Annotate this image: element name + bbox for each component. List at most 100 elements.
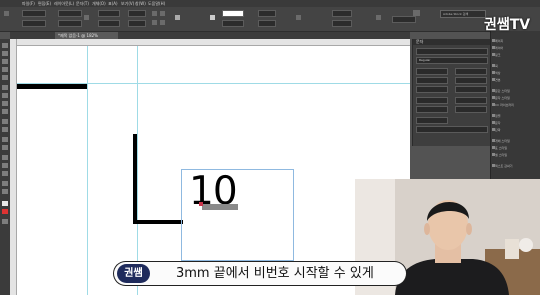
- vertical-ruler[interactable]: [10, 39, 17, 295]
- w-field[interactable]: [58, 10, 82, 17]
- flip-vertical-icon[interactable]: [160, 20, 165, 25]
- free-transform-tool-icon[interactable]: [2, 145, 8, 150]
- content-collector-icon[interactable]: [2, 75, 8, 80]
- dock-item-links[interactable]: 링크: [495, 53, 501, 57]
- leading-field[interactable]: [455, 68, 487, 75]
- stock-search-input[interactable]: Adobe Stock 검색: [440, 10, 486, 18]
- constrain-proportions-icon[interactable]: [84, 15, 89, 20]
- fill-swatch-icon[interactable]: [175, 15, 180, 20]
- flip-horizontal-icon[interactable]: [152, 20, 157, 25]
- vertical-scale-field[interactable]: [416, 86, 448, 93]
- hand-tool-icon[interactable]: [2, 181, 8, 186]
- language-dropdown[interactable]: [416, 126, 488, 133]
- brand-logo: 권쌤TV: [484, 17, 531, 33]
- corner-radius-field[interactable]: [258, 20, 276, 27]
- tsume-field[interactable]: [416, 106, 448, 113]
- skew-field[interactable]: [455, 97, 487, 104]
- opacity-field[interactable]: [258, 10, 276, 17]
- frame-fitting-field[interactable]: [332, 10, 352, 17]
- stroke-type-select[interactable]: [222, 20, 244, 27]
- stroke-swatch-icon[interactable]: [210, 15, 215, 20]
- rectangle-frame-tool-icon[interactable]: [2, 119, 8, 124]
- page-number-text[interactable]: 10: [189, 164, 238, 220]
- menu-layout[interactable]: 레이아웃(L): [54, 0, 74, 7]
- scissors-tool-icon[interactable]: [2, 137, 8, 142]
- cursor-tooltip: [202, 204, 238, 210]
- x-field[interactable]: [22, 10, 46, 17]
- panel-header: 문자: [413, 39, 491, 45]
- direct-selection-tool-icon[interactable]: [2, 51, 8, 56]
- menu-help[interactable]: 도움말(H): [148, 0, 165, 7]
- scale-x-field[interactable]: [98, 10, 120, 17]
- pencil-tool-icon[interactable]: [2, 109, 8, 114]
- language-select[interactable]: [416, 117, 448, 124]
- menu-table[interactable]: 표(A): [108, 0, 118, 7]
- line-tool-icon[interactable]: [2, 93, 8, 98]
- fill-stroke-icon[interactable]: [2, 201, 8, 206]
- shear-field[interactable]: [128, 20, 146, 27]
- rectangle-tool-icon[interactable]: [2, 127, 8, 132]
- note-tool-icon[interactable]: [2, 163, 8, 168]
- rotate-field[interactable]: [128, 10, 146, 17]
- zoom-field[interactable]: [392, 16, 416, 23]
- aki-field[interactable]: [455, 106, 487, 113]
- eyedropper-tool-icon[interactable]: [2, 171, 8, 176]
- dock-item-text-wrap[interactable]: 텍스트 감싸기: [495, 164, 513, 168]
- workspace-icon[interactable]: [413, 10, 420, 16]
- dock-item-paragraph[interactable]: 단락: [495, 128, 501, 132]
- rotate-ccw-icon[interactable]: [160, 11, 165, 16]
- stroke-weight-field[interactable]: [222, 10, 244, 17]
- dock-item-cc-libraries[interactable]: CC 라이브러리: [495, 103, 514, 107]
- subtitle-text: 3mm 끝에서 비번호 시작할 수 있게: [176, 266, 374, 281]
- menu-file[interactable]: 파일(F): [22, 0, 35, 7]
- dock-item-cell-styles[interactable]: 셀 스타일: [495, 153, 507, 157]
- dock-item-character[interactable]: 문자: [495, 121, 501, 125]
- menu-type[interactable]: 문자(T): [76, 0, 89, 7]
- scale-y-field[interactable]: [98, 20, 120, 27]
- rotate-cw-icon[interactable]: [152, 11, 157, 16]
- dock-item-pages[interactable]: 페이지: [495, 39, 503, 43]
- font-size-field[interactable]: [416, 68, 448, 75]
- gap-tool-icon[interactable]: [2, 67, 8, 72]
- font-style-select[interactable]: Regular: [416, 57, 488, 64]
- document-canvas[interactable]: 10: [17, 46, 410, 295]
- menu-view[interactable]: 보기(V): [121, 0, 134, 7]
- dock-item-layers[interactable]: 레이어: [495, 46, 503, 50]
- type-tool-icon[interactable]: [2, 85, 8, 90]
- document-tab[interactable]: *제목 없음-1 @ 182%: [55, 32, 118, 39]
- dock-item-swatches[interactable]: 견본: [495, 78, 501, 82]
- font-family-select[interactable]: [416, 48, 488, 55]
- selection-tool-icon[interactable]: [2, 43, 8, 48]
- screen-mode-icon[interactable]: [2, 219, 8, 224]
- page-tool-icon[interactable]: [2, 59, 8, 64]
- menu-window[interactable]: 창(W): [135, 0, 146, 7]
- column-field[interactable]: [332, 20, 352, 27]
- menu-edit[interactable]: 편집(E): [38, 0, 51, 7]
- align-icon[interactable]: [376, 15, 381, 20]
- gradient-swatch-tool-icon[interactable]: [2, 155, 8, 160]
- kerning-field[interactable]: [416, 77, 448, 84]
- text-wrap-icon[interactable]: [296, 15, 301, 20]
- dock-item-character-styles[interactable]: 문자 스타일: [495, 96, 510, 100]
- dock-item-stroke[interactable]: 획: [495, 64, 498, 68]
- horizontal-ruler[interactable]: [16, 39, 410, 46]
- zoom-tool-icon[interactable]: [2, 189, 8, 194]
- dock-item-table-styles[interactable]: 표 스타일: [495, 146, 507, 150]
- base-rule[interactable]: [133, 220, 183, 224]
- y-field[interactable]: [22, 20, 46, 27]
- dock-item-object-styles[interactable]: 개체 스타일: [495, 139, 510, 143]
- pen-tool-icon[interactable]: [2, 101, 8, 106]
- cursor-icon: [199, 202, 203, 206]
- vertical-rule[interactable]: [133, 134, 137, 224]
- dock-item-align[interactable]: 정렬: [495, 114, 501, 118]
- menu-object[interactable]: 개체(O): [92, 0, 106, 7]
- reference-point-icon[interactable]: [4, 11, 9, 16]
- baseline-shift-field[interactable]: [416, 97, 448, 104]
- tracking-field[interactable]: [455, 77, 487, 84]
- none-swatch-icon[interactable]: [2, 209, 8, 214]
- h-field[interactable]: [58, 20, 82, 27]
- dock-item-paragraph-styles[interactable]: 문단 스타일: [495, 89, 510, 93]
- horizontal-scale-field[interactable]: [455, 86, 487, 93]
- horizontal-rule[interactable]: [17, 84, 87, 89]
- dock-item-color[interactable]: 색상: [495, 71, 501, 75]
